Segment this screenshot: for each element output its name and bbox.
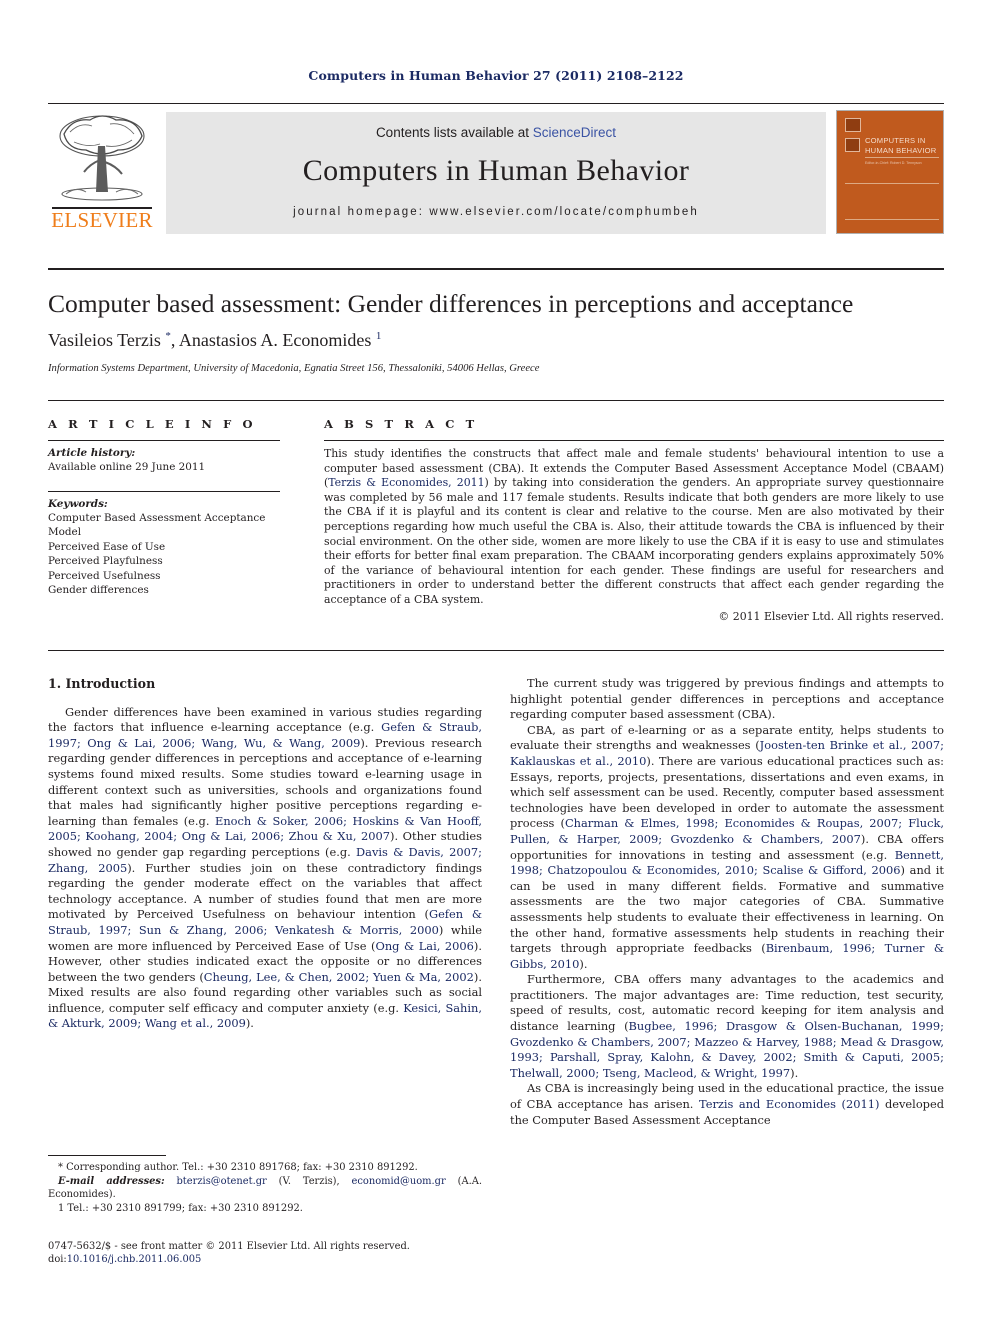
paragraph: The current study was triggered by previ… bbox=[510, 676, 944, 722]
info-rule-2 bbox=[48, 490, 280, 492]
article-history-label: Article history: bbox=[48, 447, 136, 459]
keyword-item: Gender differences bbox=[48, 584, 149, 596]
footnote-divider bbox=[48, 1155, 166, 1156]
abstract-rule bbox=[324, 440, 944, 441]
text-run: ). bbox=[579, 956, 588, 971]
author-2-footnote-marker: 1 bbox=[375, 330, 382, 342]
article-info-heading: A R T I C L E I N F O bbox=[48, 417, 257, 431]
text-run: ). bbox=[790, 1065, 799, 1080]
text-run: ). bbox=[245, 1016, 254, 1031]
author-1: Vasileios Terzis bbox=[48, 330, 166, 350]
contents-prefix: Contents lists available at bbox=[375, 125, 533, 140]
contents-available-line: Contents lists available at ScienceDirec… bbox=[166, 125, 826, 140]
doi-label: doi: bbox=[48, 1254, 67, 1266]
elsevier-wordmark: ELSEVIER bbox=[51, 208, 153, 232]
imprint-block: 0747-5632/$ - see front matter © 2011 El… bbox=[48, 1240, 488, 1267]
abstract-citation-link[interactable]: Terzis & Economides, 2011 bbox=[328, 476, 484, 489]
journal-homepage-link[interactable]: journal homepage: www.elsevier.com/locat… bbox=[166, 206, 826, 218]
paragraph: Furthermore, CBA offers many advantages … bbox=[510, 972, 944, 1081]
body-column-right: The current study was triggered by previ… bbox=[510, 676, 944, 1128]
sciencedirect-link[interactable]: ScienceDirect bbox=[533, 125, 616, 140]
email-owner-1: (V. Terzis), bbox=[266, 1175, 352, 1187]
abstract-column: This study identifies the constructs tha… bbox=[324, 440, 944, 624]
journal-title: Computers in Human Behavior bbox=[302, 154, 690, 187]
paragraph: As CBA is increasingly being used in the… bbox=[510, 1081, 944, 1128]
elsevier-logo: ELSEVIER bbox=[48, 110, 156, 234]
title-divider bbox=[48, 268, 944, 270]
abstract-heading: A B S T R A C T bbox=[324, 417, 478, 431]
keyword-item: Perceived Ease of Use bbox=[48, 540, 166, 553]
email-label: E-mail addresses: bbox=[58, 1175, 165, 1187]
paper-page: Computers in Human Behavior 27 (2011) 21… bbox=[0, 0, 992, 1323]
author-separator: , Anastasios A. Economides bbox=[170, 330, 376, 350]
journal-masthead: ELSEVIER Contents lists available at Sci… bbox=[48, 103, 944, 236]
abstract-copyright: © 2011 Elsevier Ltd. All rights reserved… bbox=[718, 609, 944, 623]
citation-link[interactable]: Ong & Lai, 2006 bbox=[376, 939, 474, 953]
citation-link[interactable]: Terzis and Economides (2011) bbox=[699, 1097, 879, 1111]
keyword-item: Model bbox=[48, 526, 82, 538]
footnote-block: * Corresponding author. Tel.: +30 2310 8… bbox=[48, 1161, 482, 1215]
body-column-left: 1. Introduction Gender differences have … bbox=[48, 676, 482, 1032]
article-history-value: Available online 29 June 2011 bbox=[48, 461, 206, 473]
affiliation: Information Systems Department, Universi… bbox=[48, 363, 540, 374]
paragraph: CBA, as part of e-learning or as a separ… bbox=[510, 723, 944, 973]
cover-rule-mid bbox=[845, 183, 939, 184]
keyword-item: Computer Based Assessment Acceptance bbox=[48, 511, 266, 524]
running-head: Computers in Human Behavior 27 (2011) 21… bbox=[308, 68, 684, 83]
section-heading-introduction: 1. Introduction bbox=[48, 676, 156, 691]
cover-rule-bottom bbox=[845, 219, 939, 220]
page-title: Computer based assessment: Gender differ… bbox=[48, 289, 854, 318]
info-rule-1 bbox=[48, 440, 280, 441]
journal-cover-thumbnail: COMPUTERS IN HUMAN BEHAVIOR Editor-in-Ch… bbox=[836, 110, 944, 234]
doi-line: doi:10.1016/j.chb.2011.06.005 bbox=[48, 1253, 488, 1266]
masthead-banner: Contents lists available at ScienceDirec… bbox=[166, 112, 826, 234]
issn-copyright-line: 0747-5632/$ - see front matter © 2011 El… bbox=[48, 1241, 410, 1252]
keywords-label: Keywords: bbox=[48, 497, 108, 510]
article-info-column: Article history: Available online 29 Jun… bbox=[48, 440, 280, 598]
keyword-item: Perceived Usefulness bbox=[48, 569, 161, 582]
citation-link[interactable]: Cheung, Lee, & Chen, 2002; Yuen & Ma, 20… bbox=[204, 970, 474, 984]
keyword-item: Perceived Playfulness bbox=[48, 555, 163, 567]
info-divider-top bbox=[48, 400, 944, 402]
cover-emblem-icon bbox=[845, 118, 861, 132]
abstract-text-part-2: ) by taking into consideration the gende… bbox=[324, 476, 944, 606]
email-link-2[interactable]: economid@uom.gr bbox=[352, 1176, 446, 1187]
cover-rule-top bbox=[865, 157, 939, 158]
footnote-corresponding-author: * Corresponding author. Tel.: +30 2310 8… bbox=[58, 1162, 418, 1173]
footnote-emails: E-mail addresses: bterzis@otenet.gr (V. … bbox=[48, 1175, 482, 1202]
doi-link[interactable]: 10.1016/j.chb.2011.06.005 bbox=[67, 1254, 202, 1265]
elsevier-tree-icon bbox=[59, 115, 145, 201]
keywords-list: Computer Based Assessment Acceptance Mod… bbox=[48, 511, 280, 598]
cover-subtitle: Editor-in-Chief: Robert D. Tennyson bbox=[865, 161, 922, 165]
cover-title: COMPUTERS IN HUMAN BEHAVIOR bbox=[865, 136, 937, 155]
abstract-text: This study identifies the constructs tha… bbox=[324, 447, 944, 608]
info-divider-bottom bbox=[48, 650, 944, 652]
author-list: Vasileios Terzis *, Anastasios A. Econom… bbox=[48, 330, 944, 351]
footnote-1: 1 Tel.: +30 2310 891799; fax: +30 2310 8… bbox=[58, 1202, 303, 1214]
email-link-1[interactable]: bterzis@otenet.gr bbox=[176, 1176, 266, 1187]
paragraph: Gender differences have been examined in… bbox=[48, 705, 482, 1032]
cover-logo-icon bbox=[845, 138, 860, 152]
